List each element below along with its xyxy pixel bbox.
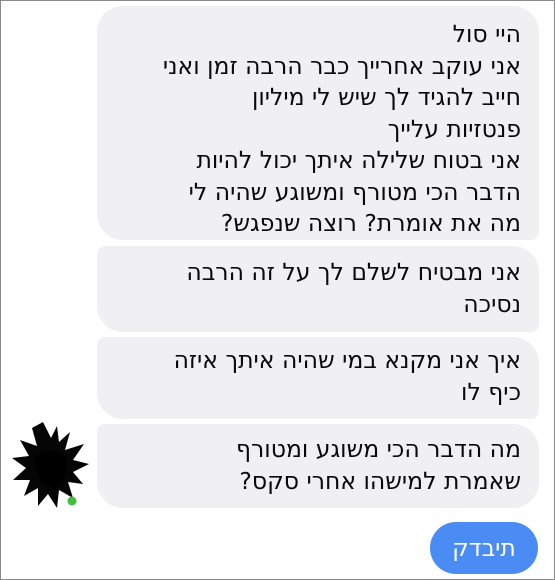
message-line: אני עוקב אחרייך כבר הרבה זמן ואני (162, 51, 521, 80)
redaction-scribble (12, 422, 89, 508)
received-message-bubble: אני מבטיח לשלם לך על זה הרבה נסיכה (97, 246, 539, 332)
message-line: הדבר הכי מטורף ומשוגע שהיה לי (188, 177, 521, 206)
message-thread: היי סול אני עוקב אחרייך כבר הרבה זמן ואנ… (0, 0, 555, 580)
received-message-bubble: איך אני מקנא במי שהיה איתך איזה כיף לו (97, 337, 539, 419)
sent-message-text: תיבדק (452, 534, 516, 562)
message-line: אני מבטיח לשלם לך על זה הרבה (186, 258, 521, 286)
message-line: נסיכה (463, 289, 521, 318)
message-line: אני בטוח שלילה איתך יכול להיות (196, 146, 521, 174)
message-line: פנטזיות עלייך (387, 114, 521, 143)
online-status-dot (67, 496, 77, 506)
message-line: מה את אומרת? רוצה שנפגש? (220, 209, 521, 237)
message-line: חייב להגיד לך שיש לי מיליון (251, 83, 521, 111)
message-line: היי סול (452, 20, 521, 48)
sent-message-bubble: תיבדק (430, 522, 538, 574)
received-message-bubble: מה הדבר הכי משוגע ומטורף שאמרת למישהו אח… (97, 424, 539, 508)
sender-avatar[interactable] (10, 418, 90, 514)
received-message-bubble: היי סול אני עוקב אחרייך כבר הרבה זמן ואנ… (97, 6, 539, 240)
message-line: כיף לו (461, 377, 521, 406)
message-line: מה הדבר הכי משוגע ומטורף (236, 435, 521, 463)
message-line: שאמרת למישהו אחרי סקס? (239, 466, 521, 495)
message-line: איך אני מקנא במי שהיה איתך איזה (173, 346, 521, 374)
